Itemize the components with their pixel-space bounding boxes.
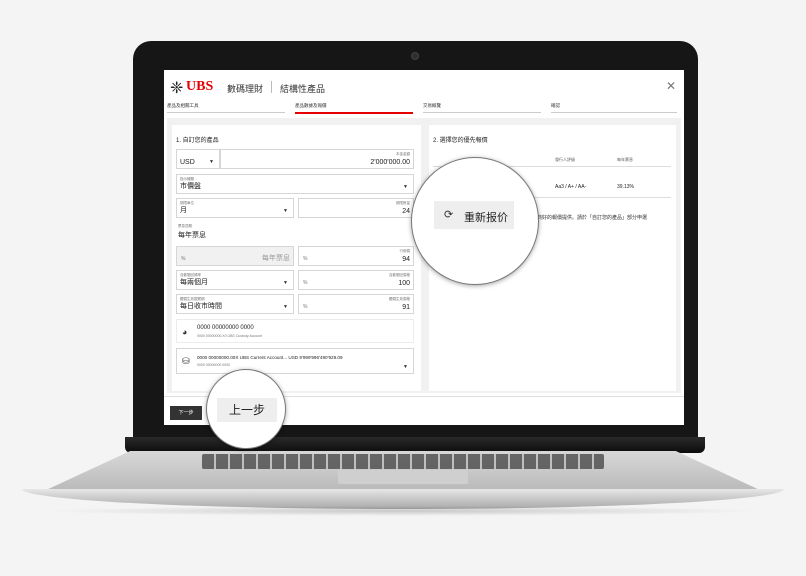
refresh-magnifier: ⟳ 重新报价 bbox=[411, 157, 539, 285]
chevron-down-icon: ▼ bbox=[283, 208, 288, 214]
coupon-frequency-value: 每年票息 bbox=[178, 232, 206, 239]
amount-label: 本金金額 bbox=[396, 152, 410, 156]
requote-label: 重新报价 bbox=[464, 212, 508, 224]
back-button[interactable]: 上一步 bbox=[217, 398, 277, 422]
step-line-confirm bbox=[551, 112, 677, 113]
coupon-frequency-label: 票息週期 bbox=[178, 224, 192, 228]
customize-product-card: 1. 自訂您的產品 USD ▼ 本金金額 2'000'000.00 指示種類 市… bbox=[172, 125, 421, 391]
tenor-qty-label: 期限數量 bbox=[396, 201, 410, 205]
pie-chart-icon: ◕ bbox=[182, 327, 188, 337]
autocall-level-label: 自動贖回價格 bbox=[389, 273, 410, 277]
laptop-keyboard-deck bbox=[44, 451, 762, 491]
autocall-frequency-select[interactable]: 自動贖回頻率 每兩個月 ▼ bbox=[176, 270, 294, 290]
tenor-qty-value: 24 bbox=[402, 208, 410, 215]
step-overview[interactable]: 交易概覽 bbox=[423, 103, 441, 109]
coupon-pct: % bbox=[181, 256, 186, 262]
barrier-level-value: 91 bbox=[402, 304, 410, 311]
ubs-keys-icon: ❈ bbox=[170, 80, 184, 97]
trackpad bbox=[338, 470, 468, 484]
custody-account-number: 0000 00000000 0000 bbox=[197, 325, 254, 331]
barrier-level-pct: % bbox=[303, 304, 308, 310]
chevron-down-icon: ▼ bbox=[403, 184, 408, 190]
title-divider bbox=[271, 81, 272, 93]
autocall-level-pct: % bbox=[303, 280, 308, 286]
coupon-hint: 每年票息 bbox=[262, 255, 290, 262]
app-title: 數碼理財 bbox=[227, 84, 264, 94]
chevron-down-icon: ▼ bbox=[283, 280, 288, 286]
coins-icon: ⛁ bbox=[182, 356, 190, 366]
order-type-select[interactable]: 指示種類 市價盤 ▼ bbox=[176, 174, 414, 194]
chevron-down-icon: ▼ bbox=[209, 159, 214, 165]
barrier-observation-value: 每日收市時間 bbox=[180, 303, 222, 310]
tenor-unit-value: 月 bbox=[180, 207, 187, 214]
quote-heading: 2. 選擇您的優先報價 bbox=[433, 138, 488, 144]
back-magnifier: 上一步 bbox=[206, 369, 286, 449]
customize-heading: 1. 自訂您的產品 bbox=[176, 138, 219, 144]
currency-value: USD bbox=[180, 159, 195, 166]
custody-account[interactable]: ◕ 0000 00000000 0000 0000 00000000.X0 UB… bbox=[176, 319, 414, 343]
barrier-observation-select[interactable]: 觸價生效觀察期 每日收市時間 ▼ bbox=[176, 294, 294, 314]
cash-account-sub: 0000 00000000 0000 bbox=[197, 363, 231, 367]
laptop-hinge bbox=[125, 437, 705, 453]
refresh-icon: ⟳ bbox=[444, 209, 454, 221]
keyboard bbox=[201, 454, 605, 469]
coupon-frequency: 票息週期 每年票息 bbox=[176, 222, 414, 242]
strike-pct: % bbox=[303, 256, 308, 262]
strike-field[interactable]: % 行使價 94 bbox=[298, 246, 414, 266]
progress-steps: 產品及相關工具 產品數據及報價 交易概覽 確認 bbox=[167, 103, 677, 115]
cash-account-select[interactable]: ⛁ 0000 00000000.00X UBS Current Account.… bbox=[176, 348, 414, 374]
camera-icon bbox=[411, 52, 419, 60]
order-type-value: 市價盤 bbox=[180, 183, 201, 190]
tenor-unit-select[interactable]: 期限單位 月 ▼ bbox=[176, 198, 294, 218]
autocall-frequency-value: 每兩個月 bbox=[180, 279, 208, 286]
strike-label: 行使價 bbox=[399, 249, 411, 253]
strike-value: 94 bbox=[402, 256, 410, 263]
tenor-qty-field[interactable]: 期限數量 24 bbox=[298, 198, 414, 218]
step-products[interactable]: 產品及相關工具 bbox=[167, 103, 199, 109]
cash-account-text: 0000 00000000.00X UBS Current Account...… bbox=[197, 355, 343, 360]
currency-select[interactable]: USD ▼ bbox=[176, 149, 220, 169]
laptop-shadow bbox=[40, 506, 766, 516]
amount-value: 2'000'000.00 bbox=[370, 159, 410, 166]
col-issuer-rating: 發行人評級 bbox=[555, 157, 575, 162]
barrier-level-field[interactable]: % 觸價生效價格 91 bbox=[298, 294, 414, 314]
brand-logo: UBS bbox=[186, 79, 214, 94]
step-quote[interactable]: 產品數據及報價 bbox=[295, 103, 327, 109]
step-confirm[interactable]: 確認 bbox=[551, 103, 560, 109]
app-subtitle: 結構性產品 bbox=[280, 84, 326, 94]
close-icon[interactable]: ✕ bbox=[666, 79, 676, 93]
step-line-overview bbox=[423, 112, 541, 113]
chevron-down-icon: ▼ bbox=[403, 364, 408, 370]
quote-note: 商好的報價提供。請於「自訂您的產品」部分申選 bbox=[537, 215, 648, 221]
quote-coupon: 39.13% bbox=[617, 184, 634, 190]
back-button-small[interactable]: 下一步 bbox=[170, 406, 202, 420]
barrier-level-label: 觸價生效價格 bbox=[389, 297, 410, 301]
custody-account-desc: 0000 00000000.X0 UBS Custody Account bbox=[197, 334, 262, 338]
coupon-rate-field[interactable]: % 每年票息 bbox=[176, 246, 294, 266]
amount-field[interactable]: 本金金額 2'000'000.00 bbox=[220, 149, 414, 169]
step-line-products bbox=[167, 112, 285, 113]
col-coupon: 每年票息 bbox=[617, 157, 633, 162]
requote-button[interactable]: ⟳ 重新报价 bbox=[434, 201, 514, 229]
autocall-level-value: 100 bbox=[398, 280, 410, 287]
quote-rating: Aa3 / A+ / AA- bbox=[555, 184, 587, 190]
autocall-level-field[interactable]: % 自動贖回價格 100 bbox=[298, 270, 414, 290]
chevron-down-icon: ▼ bbox=[283, 304, 288, 310]
step-line-quote bbox=[295, 112, 413, 114]
